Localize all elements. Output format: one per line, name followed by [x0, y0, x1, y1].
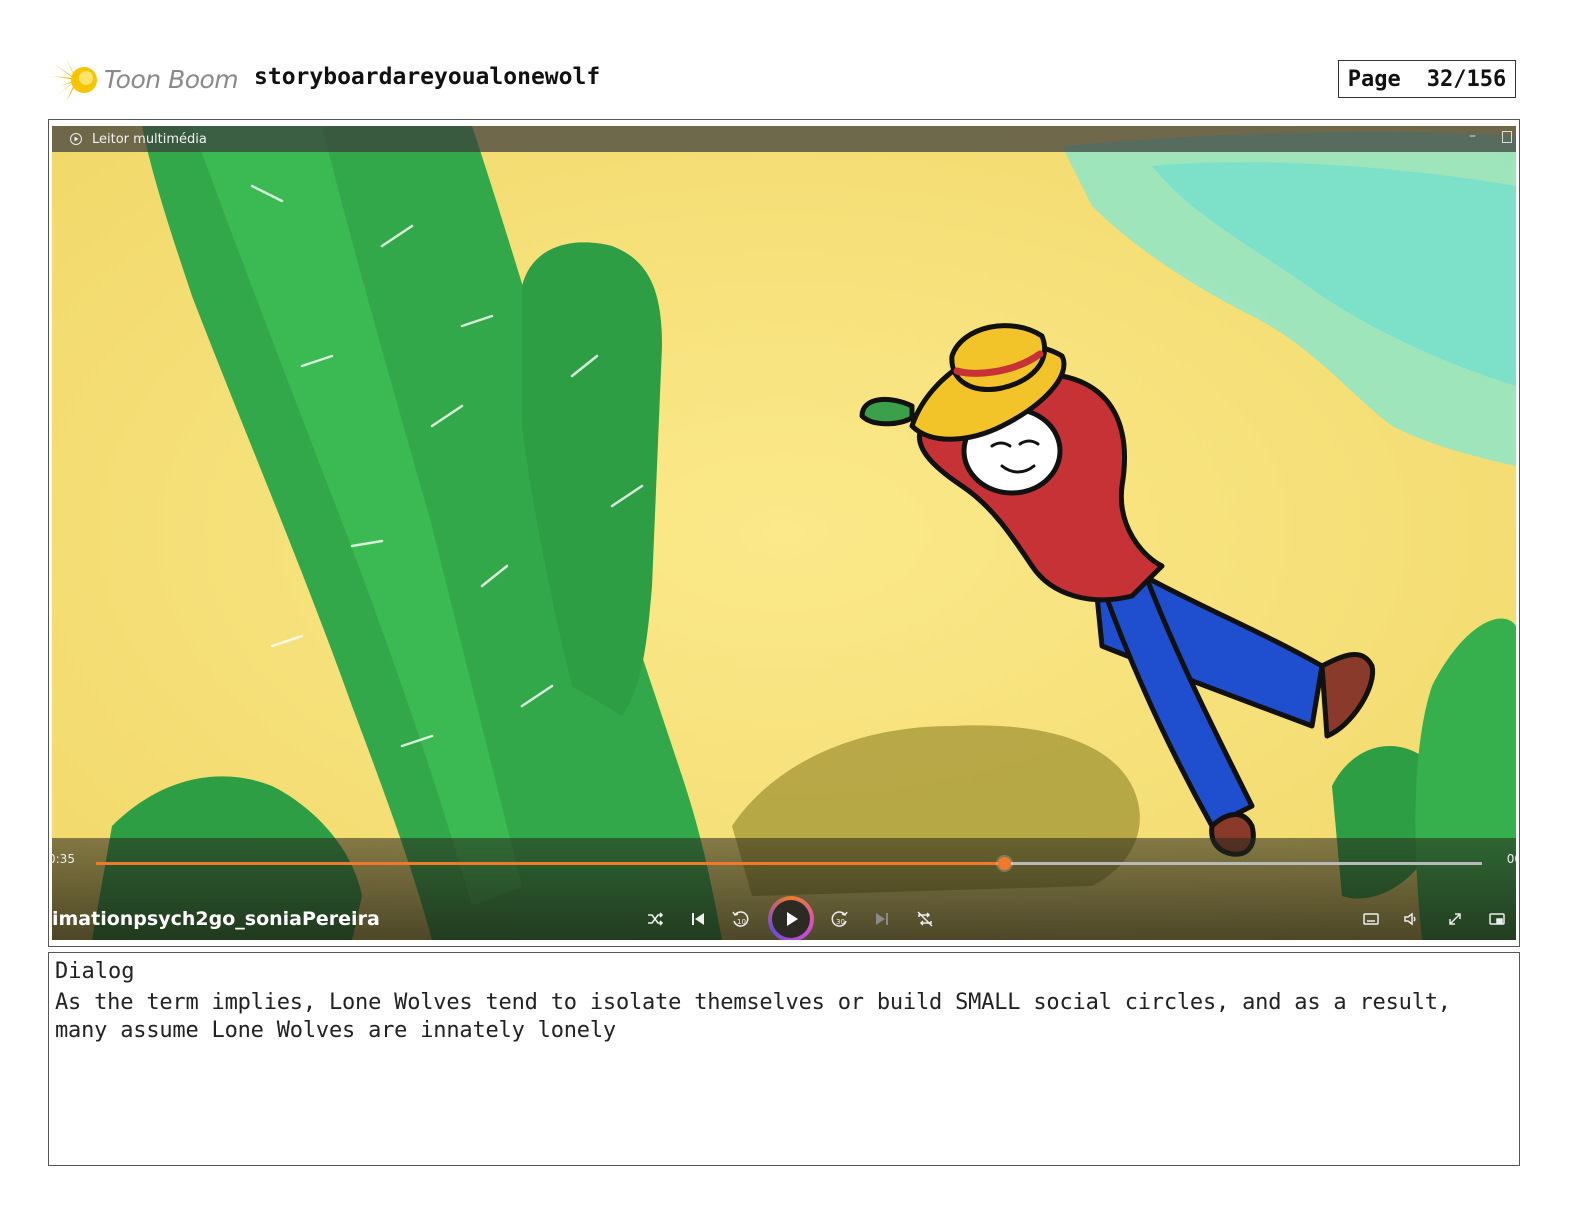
svg-text:30: 30 — [836, 918, 845, 926]
player-titlebar: Leitor multimédia – — [52, 126, 1516, 152]
miniplayer-icon — [1489, 913, 1505, 925]
captions-icon — [1363, 913, 1379, 925]
dialog-box: Dialog As the term implies, Lone Wolves … — [48, 952, 1520, 1166]
media-player-frame: Leitor multimédia – 0:35 00 imationpsych… — [52, 126, 1516, 940]
page-number: 32/156 — [1426, 66, 1507, 92]
forward-30-button[interactable]: 30 — [827, 906, 853, 932]
time-elapsed: 0:35 — [52, 852, 75, 866]
storyboard-panel: Leitor multimédia – 0:35 00 imationpsych… — [48, 119, 1520, 947]
time-total: 00 — [1506, 852, 1516, 866]
dialog-label: Dialog — [55, 959, 135, 984]
fullscreen-icon — [1449, 913, 1461, 925]
volume-button[interactable] — [1398, 906, 1424, 932]
maximize-icon[interactable] — [1502, 131, 1512, 143]
captions-button[interactable] — [1358, 906, 1384, 932]
previous-icon — [692, 913, 704, 925]
next-icon — [876, 913, 888, 925]
toon-boom-star-icon — [52, 58, 97, 102]
media-title: imationpsych2go_soniaPereira — [52, 908, 380, 930]
volume-icon — [1404, 912, 1416, 926]
forward-30-icon: 30 — [831, 911, 848, 927]
shuffle-icon — [648, 912, 664, 926]
miniplayer-button[interactable] — [1484, 906, 1510, 932]
play-button-inner — [772, 900, 810, 938]
play-icon — [787, 912, 798, 926]
play-button[interactable] — [768, 896, 814, 940]
brand-text: Toon Boom — [104, 65, 239, 94]
project-title: storyboardareyoualonewolf — [254, 64, 601, 90]
seek-bar-progress — [96, 862, 1004, 865]
rewind-10-button[interactable]: 10 — [727, 906, 753, 932]
dialog-text: As the term implies, Lone Wolves tend to… — [55, 990, 1451, 1043]
svg-text:10: 10 — [737, 918, 746, 926]
window-title: Leitor multimédia — [92, 131, 207, 147]
shuffle-button[interactable] — [642, 906, 668, 932]
media-player-app-icon — [70, 133, 82, 145]
panel-artwork — [52, 126, 1516, 940]
toon-boom-logo: Toon Boom — [48, 54, 248, 104]
rewind-10-icon: 10 — [732, 911, 749, 927]
previous-button[interactable] — [685, 906, 711, 932]
page-label: Page — [1347, 66, 1401, 92]
storyboard-header: Toon Boom storyboardareyoualonewolf Page… — [48, 54, 1538, 104]
player-controls: 0:35 00 imationpsych2go_soniaPereira — [52, 838, 1516, 940]
minimize-icon[interactable]: – — [1469, 128, 1476, 144]
repeat-off-icon — [917, 911, 933, 927]
seek-bar-handle[interactable] — [997, 857, 1011, 870]
page-indicator: Page 32/156 — [1338, 60, 1516, 98]
repeat-button[interactable] — [912, 906, 938, 932]
seek-bar[interactable] — [96, 857, 1482, 870]
next-button[interactable] — [869, 906, 895, 932]
fullscreen-button[interactable] — [1442, 906, 1468, 932]
